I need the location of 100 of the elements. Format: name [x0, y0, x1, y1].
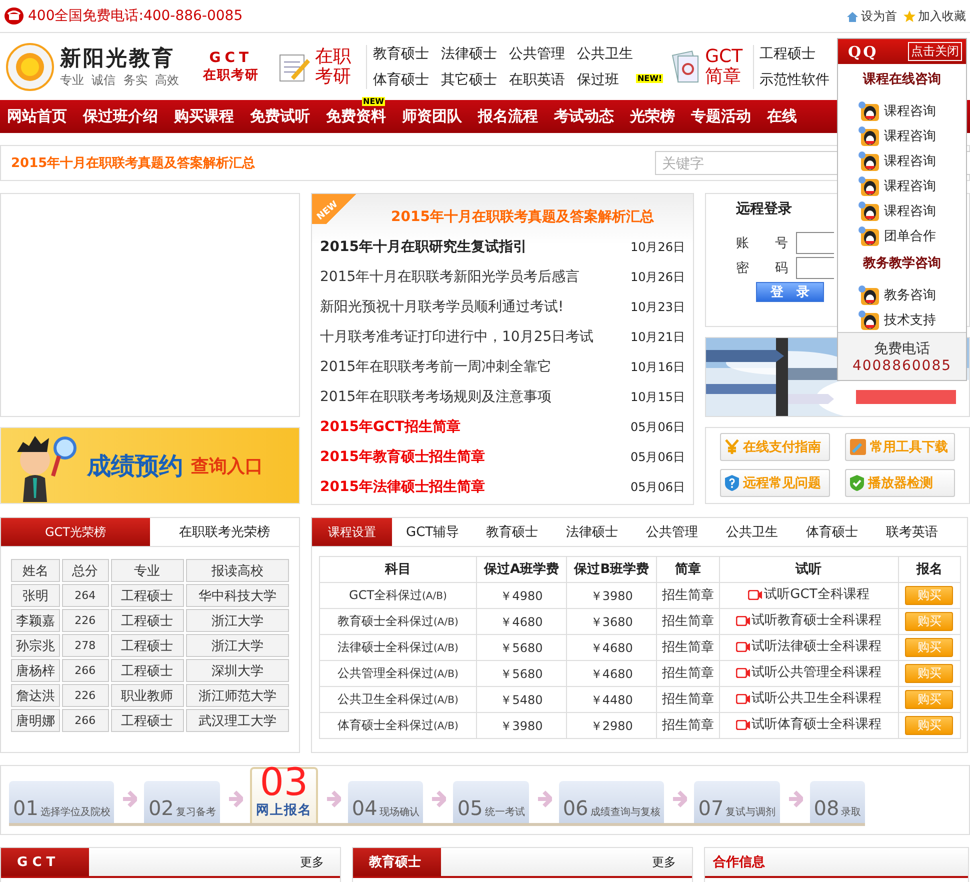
header-link[interactable]: 教育硕士: [373, 44, 430, 62]
honor-tab[interactable]: GCT光荣榜: [1, 518, 150, 546]
news-link[interactable]: 2015年教育硕士招生简章: [320, 448, 485, 466]
input-field[interactable]: [796, 232, 834, 254]
news-link[interactable]: 2015年在职联考考场规则及注意事项: [320, 388, 552, 406]
nav-item[interactable]: 免费试听: [243, 107, 319, 125]
panel-title: 教育硕士: [353, 848, 441, 876]
table-cell: 教育硕士全科保过(A/B): [320, 608, 476, 634]
table-cell: 深圳大学: [186, 659, 289, 682]
promo-link[interactable]: GCT简章: [705, 46, 745, 86]
field-label: 账 号: [736, 235, 788, 252]
table-cell: 266: [62, 659, 109, 682]
close-button[interactable]: 点击关闭: [908, 42, 962, 62]
nav-item[interactable]: 专题活动: [684, 107, 760, 125]
qq-contact[interactable]: 课程咨询: [838, 98, 966, 124]
more-link[interactable]: 更多: [300, 854, 324, 870]
table-cell: 体育硕士全科保过(A/B): [320, 712, 476, 738]
table-cell: 张明: [11, 584, 60, 607]
login-title: 远程登录: [736, 201, 792, 217]
header-link[interactable]: 示范性软件: [760, 70, 830, 88]
header-link[interactable]: 体育硕士: [373, 70, 430, 88]
header-link[interactable]: 法律硕士: [441, 44, 498, 62]
header-link[interactable]: 工程硕士: [760, 44, 830, 62]
panel-title: 合作信息: [712, 854, 766, 872]
news-date: 05月06日: [630, 448, 685, 466]
table-cell: 264: [62, 584, 109, 607]
qq-contact[interactable]: 课程咨询: [838, 123, 966, 148]
step-tab[interactable]: 08 录取: [810, 781, 866, 823]
news-link[interactable]: 2015年十月在职研究生复试指引: [320, 238, 527, 256]
chevron-right-icon: [671, 789, 688, 809]
top-link[interactable]: 加入收藏: [918, 8, 966, 24]
news-date: 10月26日: [630, 238, 685, 256]
step-tab[interactable]: 05 统一考试: [453, 781, 529, 823]
news-link[interactable]: 2015年法律硕士招生简章: [320, 478, 485, 496]
chevron-right-icon: [430, 789, 446, 809]
step-tab[interactable]: 07 复试与调剂: [694, 781, 780, 823]
promo-link[interactable]: 在职考研: [314, 46, 358, 86]
qq-penguin-icon: [858, 284, 880, 305]
table-cell: 浙江大学: [186, 609, 289, 632]
nav-item[interactable]: 考试动态: [547, 107, 623, 125]
top-link[interactable]: 设为首: [861, 8, 897, 24]
more-link[interactable]: 更多: [652, 854, 676, 870]
news-link[interactable]: 2015年GCT招生简章: [320, 418, 460, 436]
star-icon: [903, 10, 916, 22]
qq-penguin-icon: [858, 200, 880, 221]
new-badge: NEW: [362, 97, 385, 106]
step-tab[interactable]: 01 选择学位及院校: [9, 781, 114, 823]
news-link[interactable]: 2015年十月在职联考新阳光学员考后感言: [320, 268, 580, 286]
phone-number: 4008860085: [852, 358, 952, 374]
home-icon: [846, 10, 859, 22]
table-cell: 华中科技大学: [186, 584, 289, 607]
table-cell: 法律硕士全科保过(A/B): [320, 634, 476, 660]
table-cell: 工程硕士: [110, 609, 184, 632]
table-cell: 278: [62, 634, 109, 657]
nav-item[interactable]: 报名流程: [471, 107, 547, 125]
nav-item[interactable]: 保过班介绍: [76, 107, 167, 125]
table-cell: ￥4980: [476, 582, 567, 608]
news-date: 10月23日: [630, 298, 685, 316]
table-cell: ￥5680: [476, 660, 567, 686]
qq-contact[interactable]: 团单合作: [838, 223, 966, 248]
news-date: 10月16日: [630, 358, 685, 376]
news-link[interactable]: 2015年在职联考考前一周冲刺全靠它: [320, 358, 552, 376]
nav-item[interactable]: 在线: [760, 107, 806, 125]
table-cell: 工程硕士: [110, 709, 184, 732]
column-header: 试听: [719, 556, 898, 582]
input-field[interactable]: [796, 257, 834, 279]
nav-item[interactable]: 购买课程: [167, 107, 243, 125]
step-tab[interactable]: 03 网上报名: [250, 767, 318, 823]
nav-item[interactable]: 师资团队: [395, 107, 471, 125]
phone-icon: [4, 7, 24, 25]
news-link[interactable]: 十月联考准考证打印进行中，10月25日考试: [320, 328, 594, 346]
nav-item[interactable]: 光荣榜: [623, 107, 684, 125]
brand-name: 新阳光教育: [60, 44, 176, 72]
news-date: 10月15日: [630, 388, 685, 406]
qq-contact[interactable]: 课程咨询: [838, 148, 966, 174]
score-banner[interactable]: 成绩预约 查询入口: [0, 427, 300, 504]
header-link[interactable]: 其它硕士: [441, 70, 498, 88]
qq-contact[interactable]: 课程咨询: [838, 198, 966, 224]
step-tab[interactable]: 06 成绩查询与复核: [558, 781, 664, 823]
course-tab[interactable]: 课程设置: [312, 518, 392, 546]
chevron-right-icon: [226, 789, 243, 809]
check-shield-icon: [850, 474, 864, 490]
header-link[interactable]: 在职英语: [509, 70, 566, 88]
table-cell: ￥5680: [476, 634, 567, 660]
group-title: 教务教学咨询: [863, 256, 941, 272]
step-tab[interactable]: 04 现场确认: [348, 781, 424, 823]
table-cell: ￥4680: [476, 608, 567, 634]
news-link[interactable]: 新阳光预祝十月联考学员顺利通过考试!: [320, 298, 564, 316]
nav-item[interactable]: 免费资料: [319, 107, 395, 125]
column-header: 简章: [656, 556, 720, 582]
step-tab[interactable]: 02 复习备考: [144, 781, 220, 823]
nav-item[interactable]: 网站首页: [0, 107, 76, 125]
header-link[interactable]: 公共卫生: [577, 44, 634, 62]
table-cell: 武汉理工大学: [186, 709, 289, 732]
header-link[interactable]: 公共管理: [509, 44, 566, 62]
table-cell: 詹达洪: [11, 684, 60, 707]
qq-contact[interactable]: 教务咨询: [838, 282, 966, 308]
qq-contact[interactable]: 课程咨询: [838, 173, 966, 198]
phone-label: 免费电话: [874, 340, 930, 358]
qq-contact[interactable]: 技术支持: [838, 307, 966, 332]
